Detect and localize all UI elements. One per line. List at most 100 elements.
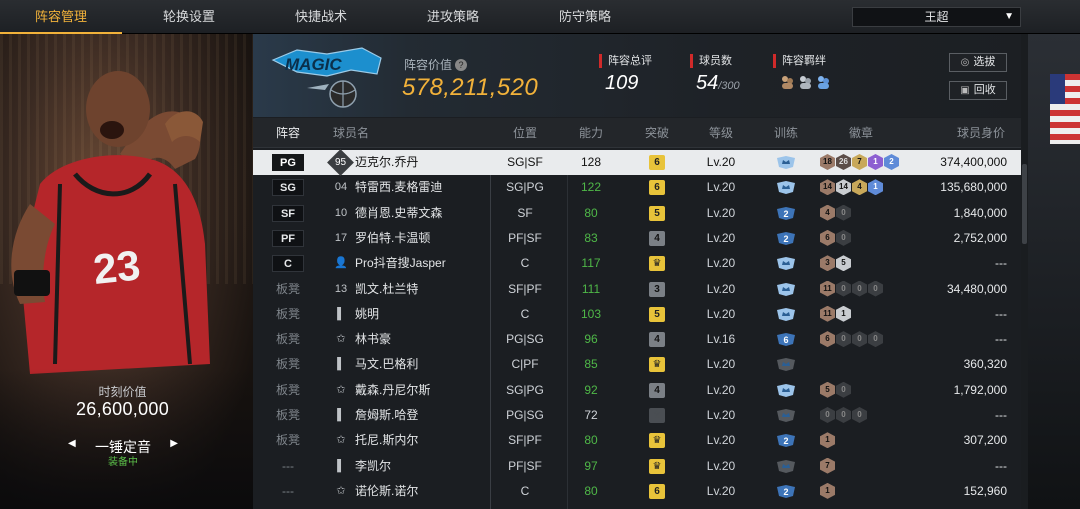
lineup-value-label: 阵容价值? [404,56,468,73]
col-training[interactable]: 训练 [766,118,806,148]
training-icon[interactable] [776,155,796,170]
table-row[interactable]: SF 10 德肖恩.史蒂文森 SF 80 5 Lv.20 2 4 0 1,840,000 [253,201,1021,226]
badges: 1 [820,432,836,449]
svg-text:23: 23 [91,241,142,293]
breakthrough-badge: ♛ [649,408,665,423]
badge-icon: 6 [820,229,835,246]
training-icon[interactable]: 2 [776,433,796,448]
tab-lineup[interactable]: 阵容管理 [0,0,122,34]
training-icon[interactable] [776,459,796,474]
team-selector[interactable]: 王超 ▼ [852,7,1021,27]
player-position: PG|SG [506,408,544,422]
tab-rotation[interactable]: 轮换设置 [128,0,250,34]
col-badges[interactable]: 徽章 [841,118,881,148]
player-value: --- [995,256,1007,271]
role-badge: 板凳 [275,408,300,422]
player-level: Lv.20 [706,483,736,498]
player-position: C [520,306,530,321]
scrollbar-thumb[interactable] [1022,164,1027,244]
rating-label: 阵容总评 [599,54,652,68]
table-row[interactable]: 板凳 ▌ 马文.巴格利 C|PF 85 ♛ Lv.20 360,320 [253,352,1021,377]
table-row[interactable]: 板凳 ✩ 托尼.斯内尔 SF|PF 80 ♛ Lv.20 2 1 307,200 [253,428,1021,453]
tab-offense[interactable]: 进攻策略 [392,0,514,34]
svg-text:2: 2 [783,234,788,244]
training-icon[interactable] [776,408,796,423]
jersey-number-text: 04 [334,181,348,194]
training-icon[interactable] [776,256,796,271]
moment-value: 26,600,000 [75,399,170,419]
training-icon[interactable]: 6 [776,332,796,347]
player-name: 罗伯特.卡温顿 [355,230,431,245]
bond-icons[interactable] [773,74,835,93]
breakthrough-badge: 5 [649,306,665,322]
player-ability: 72 [584,408,598,422]
breakthrough-value: 5 [654,308,660,320]
player-position: PF|SF [508,230,542,245]
badges: 60 [820,229,852,247]
help-icon[interactable]: ? [455,59,468,71]
player-icon: ✩ [336,484,346,497]
player-level: Lv.20 [706,230,736,245]
jersey-number: 13 [333,281,349,298]
breakthrough-value: 6 [654,157,660,168]
table-row[interactable]: C 👤 Pro抖音搜Jasper C 117 ♛ Lv.20 3 5 --- [253,251,1021,276]
table-row[interactable]: 板凳 ✩ 戴森.丹尼尔斯 SG|PG 92 4 Lv.20 5 0 1,792,000 [253,378,1021,403]
tab-defense[interactable]: 防守策略 [524,0,646,34]
badges: 50 [820,381,852,399]
table-row[interactable]: 板凳 ▌ 姚明 C 103 5 Lv.20 11 1 --- [253,302,1021,327]
table-row[interactable]: 板凳 ✩ 林书豪 PG|SG 96 4 Lv.16 6 6 0 0 0 --- [253,327,1021,352]
player-value: 307,200 [963,433,1007,448]
training-icon[interactable] [776,357,796,372]
training-icon[interactable] [776,282,796,297]
player-value: 34,480,000 [946,281,1007,296]
badge-icon: 7 [820,457,835,474]
role-badge: --- [282,458,294,473]
col-level[interactable]: 等级 [701,118,741,148]
background-arena [1028,34,1080,509]
table-row[interactable]: --- ✩ 诺伦斯.诺尔 C 80 6 Lv.20 2 1 152,960 [253,479,1021,504]
col-position[interactable]: 位置 [503,118,547,148]
table-row[interactable]: PG 95 迈克尔.乔丹 SG|SF 128 6 Lv.20 18 26 7 1 2 374,400,0… [253,149,1021,176]
table-row[interactable]: SG 04 特雷西.麦格雷迪 SG|PG 122 6 Lv.20 14 14 4 1 135,680,… [253,175,1021,200]
training-icon[interactable] [776,383,796,398]
role-badge: PG [272,154,304,171]
breakthrough-badge: 4 [649,332,665,348]
player-icon: ▌ [337,459,345,472]
badges: 35 [820,255,852,272]
role-badge: 板凳 [275,382,300,397]
table-row[interactable]: 板凳 13 凯文.杜兰特 SF|PF 111 3 Lv.20 11 0 0 0 34,480,000 [253,277,1021,302]
table-row[interactable]: --- ▌ 李凯尔 PF|SF 97 ♛ Lv.20 7 --- [253,454,1021,479]
training-icon[interactable] [776,180,796,195]
training-icon[interactable]: 2 [776,484,796,499]
player-portrait: 23 [11,71,210,374]
player-name: 戴森.丹尼尔斯 [355,382,431,397]
scrollbar[interactable] [1021,34,1028,509]
col-breakthrough[interactable]: 突破 [637,118,677,148]
player-ability: 80 [584,483,598,498]
role-badge: 板凳 [275,281,300,296]
col-value[interactable]: 球员身价 [949,118,1013,148]
tab-quick-tactics[interactable]: 快捷战术 [260,0,382,34]
col-ability[interactable]: 能力 [571,118,611,148]
training-icon[interactable]: 2 [776,231,796,246]
player-name: 李凯尔 [355,458,392,473]
breakthrough-badge: 5 [649,205,665,221]
player-level: Lv.20 [706,281,736,296]
col-name[interactable]: 球员名 [331,118,371,148]
training-icon[interactable] [776,307,796,322]
player-position: SF|PF [508,433,542,448]
svg-text:MAGIC: MAGIC [285,55,342,74]
next-arrow-icon[interactable]: ▶ [170,438,178,449]
select-button[interactable]: ◎ 选拔 [949,53,1007,72]
player-icon: ▌ [337,307,345,320]
badges: 11 1 [820,305,852,323]
col-lineup[interactable]: 阵容 [269,118,307,148]
table-row[interactable]: 板凳 ▌ 詹姆斯.哈登 PG|SG 72 ♛ Lv.20 0 0 0 --- [253,403,1021,428]
recycle-button[interactable]: ▣ 回收 [949,81,1007,100]
player-level: Lv.20 [706,458,736,473]
table-row[interactable]: PF 17 罗伯特.卡温顿 PF|SF 83 4 Lv.20 2 6 0 2,752,000 [253,226,1021,251]
breakthrough-badge: 4 [649,230,665,246]
breakthrough-badge: ♛ [649,357,665,373]
breakthrough-badge: 6 [649,483,665,499]
training-icon[interactable]: 2 [776,206,796,221]
